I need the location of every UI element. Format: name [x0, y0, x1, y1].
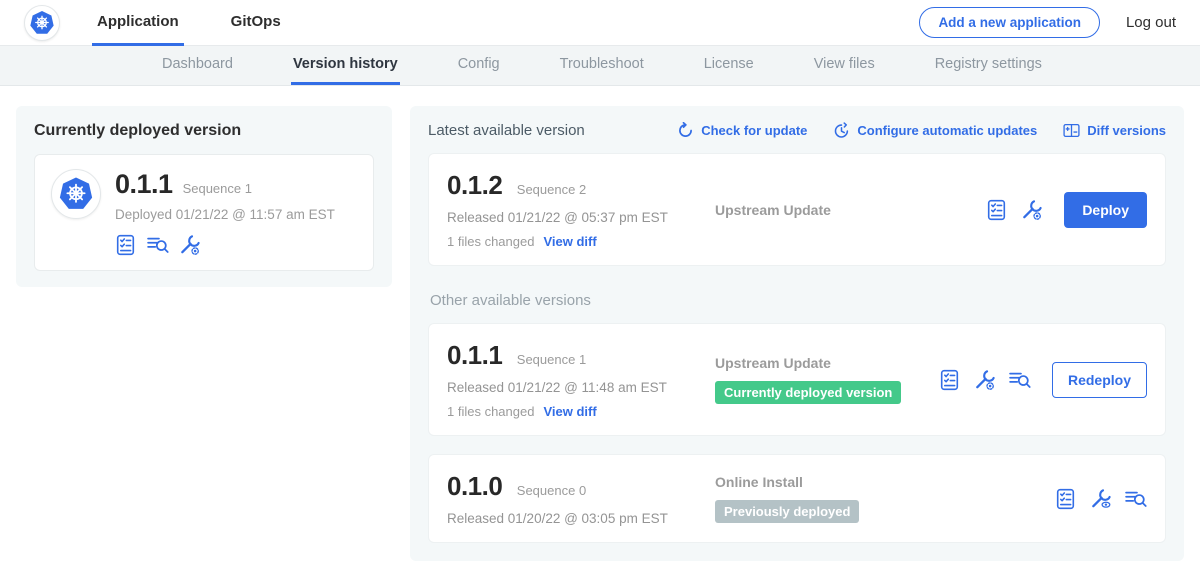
deploy-button[interactable]: Deploy — [1064, 192, 1147, 228]
version-released: Released 01/21/22 @ 11:48 am EST — [447, 380, 709, 395]
version-actions: Deploy — [986, 192, 1147, 228]
source-label: Upstream Update — [715, 355, 939, 371]
version-actions: Redeploy — [939, 362, 1147, 398]
diff-versions-link[interactable]: Diff versions — [1063, 122, 1166, 139]
subnav-dashboard[interactable]: Dashboard — [160, 46, 235, 85]
panel-actions: Check for update Configure automatic upd… — [677, 122, 1166, 139]
refresh-icon — [677, 122, 694, 139]
tab-application-label: Application — [97, 13, 179, 30]
deployed-version-info: 0.1.1 Sequence 1 Deployed 01/21/22 @ 11:… — [115, 169, 335, 256]
files-changed-label: 1 files changed — [447, 234, 534, 249]
tab-gitops[interactable]: GitOps — [226, 0, 286, 46]
diff-versions-label: Diff versions — [1087, 123, 1166, 138]
version-number: 0.1.0 — [447, 471, 502, 501]
subnav-license[interactable]: License — [702, 46, 756, 85]
diff-icon — [1063, 122, 1080, 139]
configure-automatic-updates-link[interactable]: Configure automatic updates — [833, 122, 1037, 139]
version-released: Released 01/20/22 @ 03:05 pm EST — [447, 511, 709, 526]
deployed-version-number: 0.1.1 — [115, 169, 173, 200]
version-sequence: Sequence 0 — [517, 483, 586, 498]
version-actions — [1055, 488, 1147, 510]
currently-deployed-badge: Currently deployed version — [715, 381, 901, 404]
files-changed-label: 1 files changed — [447, 404, 534, 419]
top-tab-bar: Application GitOps — [92, 0, 328, 46]
subnav-config[interactable]: Config — [456, 46, 502, 85]
check-for-update-link[interactable]: Check for update — [677, 122, 807, 139]
kubernetes-logo[interactable] — [24, 5, 60, 41]
deployed-version-tile: 0.1.1 Sequence 1 Deployed 01/21/22 @ 11:… — [34, 154, 374, 271]
checklist-icon[interactable] — [115, 234, 137, 256]
logs-search-icon[interactable] — [1009, 369, 1031, 391]
version-row-0-1-1: 0.1.1 Sequence 1 Released 01/21/22 @ 11:… — [428, 323, 1166, 436]
app-logo — [51, 169, 101, 219]
view-diff-link[interactable]: View diff — [543, 234, 596, 249]
version-source: Upstream Update Currently deployed versi… — [709, 355, 939, 404]
version-sequence: Sequence 1 — [517, 352, 586, 367]
version-sequence: Sequence 2 — [517, 182, 586, 197]
configure-automatic-updates-label: Configure automatic updates — [857, 123, 1037, 138]
deployed-sequence: Sequence 1 — [183, 181, 252, 196]
check-for-update-label: Check for update — [701, 123, 807, 138]
version-source: Online Install Previously deployed — [709, 474, 1055, 523]
main-content: Currently deployed version 0.1.1 Sequenc… — [0, 86, 1200, 561]
version-source: Upstream Update — [709, 202, 986, 218]
tab-application[interactable]: Application — [92, 0, 184, 46]
latest-available-title: Latest available version — [428, 122, 585, 139]
version-info: 0.1.2 Sequence 2 Released 01/21/22 @ 05:… — [447, 170, 709, 249]
checklist-icon[interactable] — [1055, 488, 1077, 510]
version-row-0-1-2: 0.1.2 Sequence 2 Released 01/21/22 @ 05:… — [428, 153, 1166, 266]
add-application-button[interactable]: Add a new application — [919, 7, 1100, 38]
deployed-timestamp: Deployed 01/21/22 @ 11:57 am EST — [115, 207, 335, 222]
subnav-version-history[interactable]: Version history — [291, 46, 400, 85]
subnav-view-files[interactable]: View files — [812, 46, 877, 85]
redeploy-button[interactable]: Redeploy — [1052, 362, 1147, 398]
version-number: 0.1.2 — [447, 170, 502, 200]
logs-search-icon[interactable] — [147, 234, 169, 256]
version-row-0-1-0: 0.1.0 Sequence 0 Released 01/20/22 @ 03:… — [428, 454, 1166, 543]
checklist-icon[interactable] — [939, 369, 961, 391]
other-available-title: Other available versions — [430, 292, 1164, 309]
version-released: Released 01/21/22 @ 05:37 pm EST — [447, 210, 709, 225]
view-diff-link[interactable]: View diff — [543, 404, 596, 419]
tab-gitops-label: GitOps — [231, 13, 281, 30]
logout-link[interactable]: Log out — [1126, 14, 1176, 31]
version-history-panel: Latest available version Check for updat… — [410, 106, 1184, 561]
version-info: 0.1.0 Sequence 0 Released 01/20/22 @ 03:… — [447, 471, 709, 526]
version-number: 0.1.1 — [447, 340, 502, 370]
source-label: Online Install — [715, 474, 1055, 490]
currently-deployed-card: Currently deployed version 0.1.1 Sequenc… — [16, 106, 392, 287]
subnav-registry-settings[interactable]: Registry settings — [933, 46, 1044, 85]
auto-update-clock-icon — [833, 122, 850, 139]
version-info: 0.1.1 Sequence 1 Released 01/21/22 @ 11:… — [447, 340, 709, 419]
top-nav-right: Add a new application Log out — [919, 7, 1176, 38]
wrench-gear-icon[interactable] — [179, 234, 201, 256]
currently-deployed-title: Currently deployed version — [34, 122, 374, 140]
wrench-gear-icon[interactable] — [1021, 199, 1043, 221]
previously-deployed-badge: Previously deployed — [715, 500, 859, 523]
deployed-icon-row — [115, 234, 335, 256]
wrench-eye-icon[interactable] — [1090, 488, 1112, 510]
panel-header: Latest available version Check for updat… — [428, 122, 1166, 139]
source-label: Upstream Update — [715, 202, 986, 218]
app-subnav: Dashboard Version history Config Trouble… — [0, 46, 1200, 86]
logs-search-icon[interactable] — [1125, 488, 1147, 510]
top-nav: Application GitOps Add a new application… — [0, 0, 1200, 46]
wrench-gear-icon[interactable] — [974, 369, 996, 391]
checklist-icon[interactable] — [986, 199, 1008, 221]
subnav-troubleshoot[interactable]: Troubleshoot — [558, 46, 646, 85]
